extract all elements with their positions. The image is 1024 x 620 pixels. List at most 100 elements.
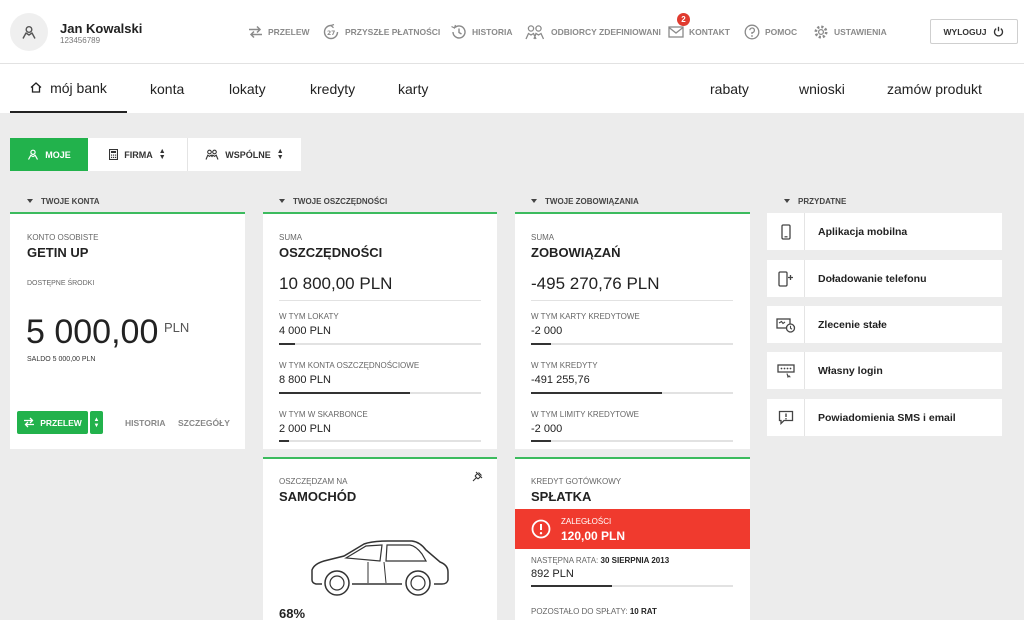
- caret-down-icon: [531, 199, 537, 203]
- savings-item-label: W TYM LOKATY: [279, 312, 339, 321]
- remaining-installments: POZOSTAŁO DO SPŁATY: 10 RAT: [531, 607, 657, 616]
- tab-moj-bank-label: mój bank: [50, 79, 107, 96]
- filter-wspolne[interactable]: WSPÓLNE ▲ ▼: [188, 138, 301, 171]
- transfer-icon: [249, 25, 262, 39]
- main-nav: mój bank konta lokaty kredyty karty raba…: [0, 64, 1024, 113]
- nav-przelew[interactable]: PRZELEW: [248, 0, 310, 64]
- next-installment-progress: [531, 585, 733, 587]
- tab-kredyty[interactable]: kredyty: [310, 64, 355, 113]
- user-id: 123456789: [60, 36, 101, 45]
- liability-item-value: -2 000: [531, 423, 563, 435]
- useful-item-zlecenie-stale[interactable]: Zlecenie stałe: [767, 306, 1002, 343]
- useful-item-label: Aplikacja mobilna: [818, 225, 908, 238]
- tab-rabaty[interactable]: rabaty: [710, 64, 749, 113]
- warning-icon: [531, 519, 551, 539]
- help-icon: [744, 24, 760, 40]
- useful-item-doladowanie-telefonu[interactable]: Doładowanie telefonu: [767, 260, 1002, 297]
- home-icon: [30, 82, 42, 93]
- overdue-alert[interactable]: ZALEGŁOŚCI 120,00 PLN: [515, 509, 750, 549]
- section-title: TWOJE OSZCZĘDNOŚCI: [293, 196, 388, 206]
- tab-lokaty[interactable]: lokaty: [229, 64, 266, 113]
- section-toggle-twoje-konta[interactable]: TWOJE KONTA: [27, 190, 100, 212]
- filter-moje[interactable]: MOJE: [10, 138, 88, 171]
- savings-item-value: 2 000 PLN: [279, 423, 331, 435]
- transfer-icon: [24, 417, 35, 428]
- overdue-label: ZALEGŁOŚCI: [561, 517, 612, 526]
- liabilities-total: -495 270,76 PLN: [531, 274, 660, 293]
- notification-icon: [778, 410, 793, 425]
- nav-odbiorcy[interactable]: ODBIORCY ZDEFINIOWANI: [524, 0, 661, 64]
- account-filter: MOJE FIRMA ▲ ▼ WSPÓLNE ▲ ▼: [10, 138, 301, 171]
- filter-firma[interactable]: FIRMA ▲ ▼: [88, 138, 188, 171]
- useful-item-powiadomienia[interactable]: Powiadomienia SMS i email: [767, 399, 1002, 436]
- nav-pomoc[interactable]: POMOC: [744, 0, 797, 64]
- sort-arrows-icon: ▲ ▼: [276, 147, 284, 161]
- nav-przyszle-label: PRZYSZŁE PŁATNOŚCI: [345, 27, 441, 37]
- power-icon: [994, 26, 1004, 37]
- savings-item-progress: [279, 440, 481, 442]
- useful-item-wlasny-login[interactable]: Własny login: [767, 352, 1002, 389]
- nav-przyszle-platnosci[interactable]: 27 PRZYSZŁE PŁATNOŚCI: [322, 0, 440, 64]
- mobile-phone-icon: [780, 223, 791, 240]
- available-label: DOSTĘPNE ŚRODKI: [27, 280, 95, 287]
- liability-item-progress: [531, 392, 733, 394]
- nav-ustawienia[interactable]: USTAWIENIA: [813, 0, 887, 64]
- available-currency: PLN: [164, 320, 190, 335]
- savings-item-label: W TYM KONTA OSZCZĘDNOŚCIOWE: [279, 361, 420, 370]
- savings-total: 10 800,00 PLN: [279, 274, 393, 293]
- useful-item-aplikacja-mobilna[interactable]: Aplikacja mobilna: [767, 213, 1002, 250]
- savings-title[interactable]: OSZCZĘDNOŚCI: [279, 245, 382, 260]
- tab-zamow-produkt[interactable]: zamów produkt: [887, 64, 982, 113]
- tab-konta[interactable]: konta: [150, 64, 184, 113]
- user-avatar-icon[interactable]: [10, 13, 48, 51]
- section-toggle-twoje-zobowiazania[interactable]: TWOJE ZOBOWIĄZANIA: [531, 190, 639, 212]
- section-title: TWOJE ZOBOWIĄZANIA: [545, 196, 639, 206]
- loan-title[interactable]: SPŁATKA: [531, 489, 591, 504]
- nav-przelew-label: PRZELEW: [268, 27, 310, 37]
- calculator-icon: [109, 149, 119, 160]
- liability-item-progress: [531, 440, 733, 442]
- tab-karty[interactable]: karty: [398, 64, 428, 113]
- savings-item-progress: [279, 392, 481, 394]
- przelew-button-label: PRZELEW: [40, 417, 82, 428]
- liability-item-label: W TYM KREDYTY: [531, 361, 598, 370]
- liability-item-value: -491 255,76: [531, 374, 590, 386]
- next-installment-value: 892 PLN: [531, 568, 574, 580]
- kontakt-badge: 2: [677, 13, 690, 26]
- goal-label: OSZCZĘDZAM NA: [279, 477, 348, 486]
- useful-item-label: Powiadomienia SMS i email: [818, 411, 956, 424]
- goal-progress: 68%: [279, 606, 306, 620]
- nav-historia-label: HISTORIA: [472, 27, 513, 37]
- future-payments-icon: 27: [323, 24, 339, 40]
- liabilities-title[interactable]: ZOBOWIĄZAŃ: [531, 245, 621, 260]
- liability-item-label: W TYM LIMITY KREDYTOWE: [531, 410, 640, 419]
- useful-item-label: Własny login: [818, 364, 883, 377]
- account-name[interactable]: GETIN UP: [27, 245, 88, 260]
- section-toggle-twoje-oszczednosci[interactable]: TWOJE OSZCZĘDNOŚCI: [279, 190, 387, 212]
- useful-item-label: Zlecenie stałe: [818, 318, 887, 331]
- pin-icon[interactable]: [472, 471, 483, 482]
- tab-moj-bank[interactable]: mój bank: [10, 64, 127, 113]
- liability-item-progress: [531, 343, 733, 345]
- section-toggle-przydatne[interactable]: PRZYDATNE: [784, 190, 846, 212]
- przelew-options-button[interactable]: ▲ ▼: [90, 411, 103, 434]
- person-icon: [28, 149, 39, 160]
- gear-icon: [814, 25, 828, 39]
- nav-historia[interactable]: HISTORIA: [450, 0, 512, 64]
- tab-wnioski[interactable]: wnioski: [799, 64, 845, 113]
- historia-link[interactable]: HISTORIA: [125, 418, 165, 428]
- divider: [279, 300, 481, 301]
- nav-kontakt[interactable]: KONTAKT: [668, 0, 730, 64]
- goal-title[interactable]: SAMOCHÓD: [279, 489, 356, 504]
- next-installment: NASTĘPNA RATA: 30 SIERPNIA 2013: [531, 556, 669, 565]
- nav-kontakt-label: KONTAKT: [689, 27, 730, 37]
- logout-button[interactable]: WYLOGUJ: [930, 19, 1018, 44]
- logout-label: WYLOGUJ: [943, 26, 987, 37]
- car-icon: [311, 540, 449, 596]
- useful-item-label: Doładowanie telefonu: [818, 272, 927, 285]
- savings-item-value: 4 000 PLN: [279, 325, 331, 337]
- przelew-button[interactable]: PRZELEW: [17, 411, 88, 434]
- liabilities-sum-label: SUMA: [531, 233, 555, 242]
- caret-down-icon: [784, 199, 790, 203]
- szczegoly-link[interactable]: SZCZEGÓŁY: [178, 418, 230, 428]
